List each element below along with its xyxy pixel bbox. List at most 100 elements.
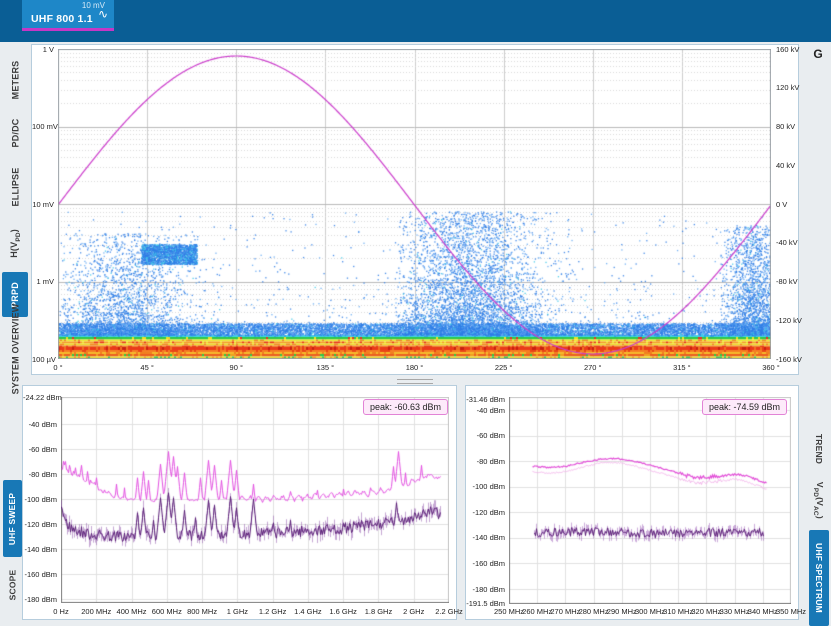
- sweep-y-tick: -100 dBm: [23, 495, 57, 504]
- spectrum-y-tick: -80 dBm: [466, 457, 505, 466]
- sweep-x-tick: 1.6 GHz: [329, 607, 357, 616]
- prpd-y-left-tick: 10 mV: [32, 200, 54, 209]
- tab-label: SCOPE: [8, 570, 18, 601]
- spectrum-y-tick: -180 dBm: [466, 585, 505, 594]
- sweep-x-tick: 2 GHz: [403, 607, 424, 616]
- prpd-y-right-tick: 160 kV: [776, 45, 799, 54]
- sweep-y-tick: -60 dBm: [23, 445, 57, 454]
- application-window: 10 mV UHF 800 1.1 ∿ METERS PD/DC ELLIPSE…: [0, 0, 831, 626]
- prpd-y-right-tick: 0 V: [776, 200, 787, 209]
- sidebar-tab-scope[interactable]: SCOPE: [3, 562, 22, 608]
- spectrum-x-tick: 290 MHz: [607, 607, 637, 616]
- grid-toggle-button[interactable]: G: [809, 47, 827, 62]
- sweep-x-tick: 2.2 GHz: [435, 607, 463, 616]
- prpd-y-right-tick: -40 kV: [776, 238, 798, 247]
- spectrum-y-tick: -120 dBm: [466, 508, 505, 517]
- prpd-x-tick: 315 °: [673, 363, 691, 372]
- device-name-label: UHF 800 1.1: [31, 13, 93, 25]
- sidebar-tab-meters[interactable]: METERS: [2, 58, 28, 102]
- spectrum-y-tick: -40 dBm: [466, 406, 505, 415]
- sweep-x-tick: 600 MHz: [152, 607, 182, 616]
- sidebar-tab-uhf-spectrum[interactable]: UHF SPECTRUM: [809, 530, 829, 626]
- sidebar-tab-trend[interactable]: TREND: [809, 428, 829, 470]
- prpd-y-right-tick: -80 kV: [776, 277, 798, 286]
- prpd-x-tick: 360 °: [762, 363, 780, 372]
- spectrum-x-tick: 330 MHz: [720, 607, 750, 616]
- spectrum-x-tick: 310 MHz: [663, 607, 693, 616]
- sidebar-tab-system-overview[interactable]: SYSTEM OVERVIEW: [2, 320, 28, 378]
- sweep-x-tick: 1.8 GHz: [365, 607, 393, 616]
- sweep-y-tick: -120 dBm: [23, 520, 57, 529]
- tab-label: PD/DC: [10, 118, 20, 147]
- tab-label: ELLIPSE: [10, 168, 20, 207]
- spectrum-x-tick: 270 MHz: [550, 607, 580, 616]
- spectrum-x-tick: 250 MHz: [494, 607, 524, 616]
- prpd-y-left-tick: 100 mV: [32, 122, 54, 131]
- spectrum-y-tick: -100 dBm: [466, 482, 505, 491]
- spectrum-x-tick: 280 MHz: [579, 607, 609, 616]
- prpd-x-tick: 90 °: [230, 363, 243, 372]
- spectrum-x-tick: 350 MHz: [776, 607, 806, 616]
- tab-label: UHF SPECTRUM: [814, 543, 824, 613]
- spectrum-y-tick: -140 dBm: [466, 533, 505, 542]
- spectrum-y-top-label: -31.46 dBm: [466, 395, 505, 404]
- tab-label: H(VPD): [9, 229, 22, 258]
- uhf-spectrum-panel: peak: -74.59 dBm -31.46 dBm -40 dBm -60 dB…: [465, 385, 799, 620]
- sweep-y-top-label: -24.22 dBm: [23, 393, 57, 402]
- prpd-y-left-tick: 1 V: [32, 45, 54, 54]
- sidebar-tab-pd-dc[interactable]: PD/DC: [2, 112, 28, 154]
- tab-label: SYSTEM OVERVIEW: [10, 304, 20, 395]
- prpd-plot-canvas[interactable]: [58, 49, 771, 359]
- spectrum-x-tick: 340 MHz: [748, 607, 778, 616]
- sweep-x-tick: 1.4 GHz: [294, 607, 322, 616]
- prpd-panel: 1 V 100 mV 10 mV 1 mV 100 µV 160 kV 120 kV 80 k…: [31, 44, 799, 375]
- sweep-peak-readout: peak: -60.63 dBm: [363, 399, 448, 415]
- sweep-x-tick: 800 MHz: [187, 607, 217, 616]
- prpd-y-right-tick: -120 kV: [776, 316, 802, 325]
- top-bar: 10 mV UHF 800 1.1 ∿: [0, 0, 831, 42]
- sweep-x-tick: 1.2 GHz: [259, 607, 287, 616]
- sweep-y-tick: -80 dBm: [23, 470, 57, 479]
- spectrum-x-tick: 260 MHz: [522, 607, 552, 616]
- spectrum-x-tick: 300 MHz: [635, 607, 665, 616]
- tab-label: VPD(VAC): [813, 481, 826, 518]
- sweep-y-tick: -160 dBm: [23, 570, 57, 579]
- prpd-x-tick: 270 °: [584, 363, 602, 372]
- prpd-x-tick: 225 °: [495, 363, 513, 372]
- uhf-sweep-panel: peak: -60.63 dBm -24.22 dBm -40 dBm -60 dB…: [22, 385, 457, 620]
- uhf-spectrum-plot-canvas[interactable]: [509, 397, 791, 604]
- sweep-x-tick: 200 MHz: [81, 607, 111, 616]
- prpd-y-left-tick: 100 µV: [32, 355, 54, 364]
- tab-label: UHF SWEEP: [8, 492, 18, 544]
- prpd-x-tick: 135 °: [317, 363, 335, 372]
- splitter-grip-icon: [397, 379, 433, 384]
- sweep-x-tick: 0 Hz: [53, 607, 68, 616]
- sidebar-tab-vpd-vac[interactable]: VPD(VAC): [809, 474, 829, 526]
- sidebar-tab-h-vpd[interactable]: H(VPD): [2, 220, 28, 267]
- tab-label: METERS: [10, 61, 20, 100]
- device-channel-tab[interactable]: 10 mV UHF 800 1.1 ∿: [22, 0, 114, 31]
- sidebar-tab-uhf-sweep[interactable]: UHF SWEEP: [3, 480, 22, 557]
- spectrum-y-tick: -160 dBm: [466, 559, 505, 568]
- horizontal-splitter[interactable]: [31, 377, 799, 384]
- prpd-x-tick: 45 °: [140, 363, 153, 372]
- prpd-y-right-tick: 40 kV: [776, 161, 795, 170]
- sidebar-tab-ellipse[interactable]: ELLIPSE: [2, 165, 28, 209]
- sweep-x-tick: 1 GHz: [227, 607, 248, 616]
- spectrum-peak-readout: peak: -74.59 dBm: [702, 399, 787, 415]
- uhf-sweep-plot-canvas[interactable]: [61, 397, 449, 603]
- prpd-y-right-tick: -160 kV: [776, 355, 802, 364]
- prpd-y-right-tick: 120 kV: [776, 83, 799, 92]
- sweep-y-tick: -140 dBm: [23, 545, 57, 554]
- prpd-x-tick: 0 °: [53, 363, 62, 372]
- prpd-y-left-tick: 1 mV: [32, 277, 54, 286]
- sweep-x-tick: 400 MHz: [117, 607, 147, 616]
- spectrum-y-tick: -60 dBm: [466, 431, 505, 440]
- sine-wave-icon: ∿: [98, 8, 108, 20]
- spectrum-x-tick: 320 MHz: [691, 607, 721, 616]
- tab-label: TREND: [814, 434, 824, 464]
- sweep-y-tick: -180 dBm: [23, 595, 57, 604]
- prpd-x-tick: 180 °: [406, 363, 424, 372]
- prpd-y-right-tick: 80 kV: [776, 122, 795, 131]
- sweep-y-tick: -40 dBm: [23, 420, 57, 429]
